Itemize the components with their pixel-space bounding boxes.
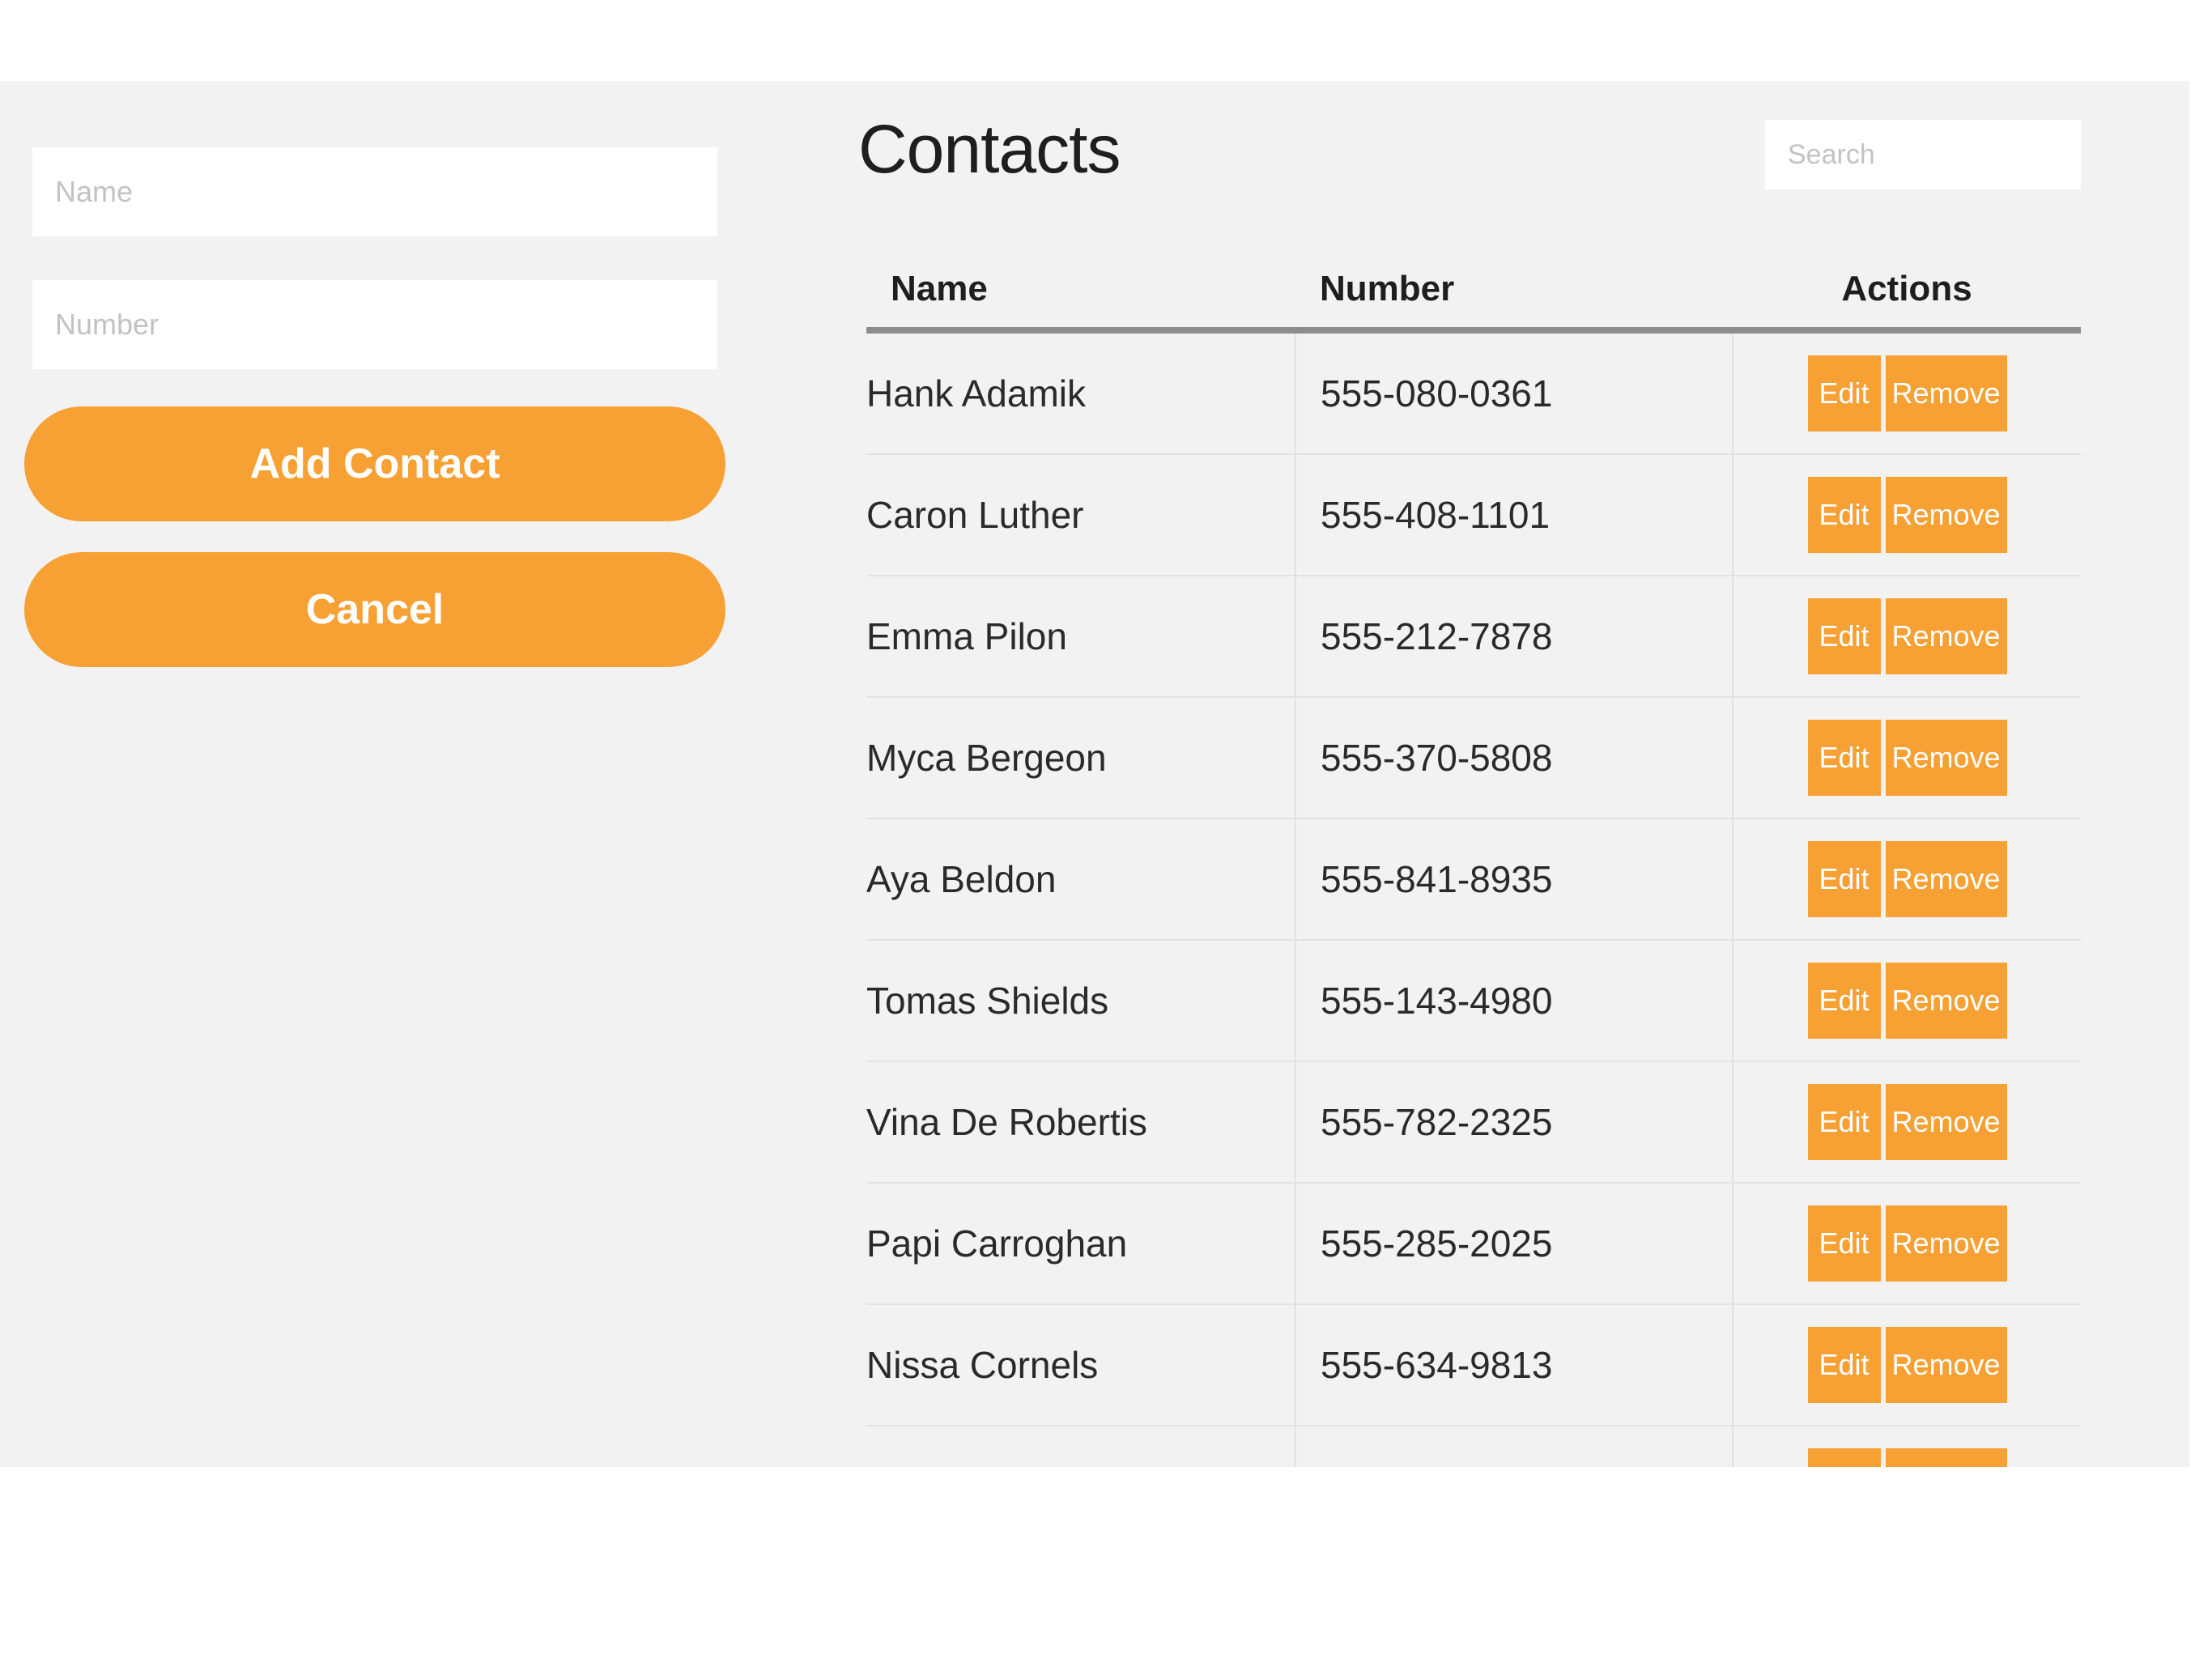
contact-number xyxy=(1295,1426,1733,1467)
contacts-main: Contacts Name Number Actions Hank Adamik… xyxy=(858,81,2089,1467)
table-row: Vina De Robertis 555-782-2325 Edit Remove xyxy=(866,1061,2081,1184)
remove-button[interactable]: Remove xyxy=(1885,477,2007,553)
table-row: Myca Bergeon 555-370-5808 Edit Remove xyxy=(866,697,2081,819)
remove-button[interactable]: Remove xyxy=(1885,1327,2007,1403)
table-row: Papi Carroghan 555-285-2025 Edit Remove xyxy=(866,1183,2081,1305)
table-row: Hank Adamik 555-080-0361 Edit Remove xyxy=(866,330,2081,455)
edit-button[interactable]: Edit xyxy=(1807,355,1881,432)
edit-button[interactable]: Edit xyxy=(1807,841,1881,917)
contact-name: Hank Adamik xyxy=(866,330,1295,455)
remove-button[interactable]: Remove xyxy=(1885,598,2007,674)
table-row: Tomas Shields 555-143-4980 Edit Remove xyxy=(866,940,2081,1062)
remove-button[interactable]: Remove xyxy=(1885,1084,2007,1160)
contacts-table: Name Number Actions Hank Adamik 555-080-0… xyxy=(866,251,2081,1467)
cancel-button[interactable]: Cancel xyxy=(24,552,725,667)
contact-name: Caron Luther xyxy=(866,454,1295,576)
contact-number: 555-212-7878 xyxy=(1295,576,1733,698)
contact-actions: EditRemove xyxy=(1732,818,2081,941)
search-input[interactable] xyxy=(1765,120,2081,189)
contact-number: 555-841-8935 xyxy=(1295,818,1733,941)
contact-actions: EditRemove xyxy=(1732,1183,2081,1305)
edit-button[interactable]: Edit xyxy=(1807,598,1881,674)
remove-button[interactable]: Remove xyxy=(1885,1448,2007,1467)
contact-actions: EditRemove xyxy=(1732,940,2081,1062)
contact-name: Aya Beldon xyxy=(866,818,1295,941)
contact-number: 555-080-0361 xyxy=(1295,330,1733,455)
remove-button[interactable]: Remove xyxy=(1885,841,2007,917)
contact-name: Nissa Cornels xyxy=(866,1304,1295,1426)
contacts-app: Add Contact Cancel Contacts Name Number … xyxy=(0,81,2189,1467)
contact-name: Tomas Shields xyxy=(866,940,1295,1062)
contacts-table-body: Hank Adamik 555-080-0361 Edit Remove Caron L… xyxy=(866,330,2081,1467)
contact-name: Vina De Robertis xyxy=(866,1061,1295,1184)
remove-button[interactable]: Remove xyxy=(1885,355,2007,432)
contact-number: 555-285-2025 xyxy=(1295,1183,1733,1305)
edit-button[interactable]: Edit xyxy=(1807,1448,1881,1467)
contact-actions: EditRemove xyxy=(1732,1304,2081,1426)
contact-form-panel: Add Contact Cancel xyxy=(0,81,745,1467)
contact-number: 555-782-2325 xyxy=(1295,1061,1733,1184)
contact-actions: EditRemove xyxy=(1732,576,2081,698)
contact-name: Papi Carroghan xyxy=(866,1183,1295,1305)
table-row: EditRemove xyxy=(866,1426,2081,1467)
contact-actions: EditRemove xyxy=(1732,1061,2081,1184)
contact-name: Myca Bergeon xyxy=(866,697,1295,819)
table-row: Emma Pilon 555-212-7878 Edit Remove xyxy=(866,576,2081,698)
edit-button[interactable]: Edit xyxy=(1807,1084,1881,1160)
contact-actions: EditRemove xyxy=(1732,1426,2081,1467)
header-actions: Actions xyxy=(1733,251,2081,334)
remove-button[interactable]: Remove xyxy=(1885,963,2007,1039)
contact-number: 555-143-4980 xyxy=(1295,940,1733,1062)
contact-name xyxy=(866,1426,1295,1467)
add-contact-button[interactable]: Add Contact xyxy=(24,406,725,521)
contact-number: 555-408-1101 xyxy=(1295,454,1733,576)
header-name: Name xyxy=(866,251,1295,334)
contact-actions: EditRemove xyxy=(1732,697,2081,819)
edit-button[interactable]: Edit xyxy=(1807,1205,1881,1282)
remove-button[interactable]: Remove xyxy=(1885,720,2007,796)
table-row: Aya Beldon 555-841-8935 Edit Remove xyxy=(866,818,2081,941)
table-header-row: Name Number Actions xyxy=(866,251,2081,334)
edit-button[interactable]: Edit xyxy=(1807,963,1881,1039)
remove-button[interactable]: Remove xyxy=(1885,1205,2007,1282)
contact-number: 555-634-9813 xyxy=(1295,1304,1733,1426)
edit-button[interactable]: Edit xyxy=(1807,720,1881,796)
header-number: Number xyxy=(1295,251,1733,334)
table-row: Caron Luther 555-408-1101 Edit Remove xyxy=(866,454,2081,576)
edit-button[interactable]: Edit xyxy=(1807,1327,1881,1403)
contact-actions: EditRemove xyxy=(1732,330,2081,455)
table-row: Nissa Cornels 555-634-9813 Edit Remove xyxy=(866,1304,2081,1426)
name-input[interactable] xyxy=(32,147,717,236)
page-title: Contacts xyxy=(858,111,1121,187)
number-input[interactable] xyxy=(32,280,717,369)
contact-name: Emma Pilon xyxy=(866,576,1295,698)
contact-actions: EditRemove xyxy=(1732,454,2081,576)
edit-button[interactable]: Edit xyxy=(1807,477,1881,553)
contact-number: 555-370-5808 xyxy=(1295,697,1733,819)
